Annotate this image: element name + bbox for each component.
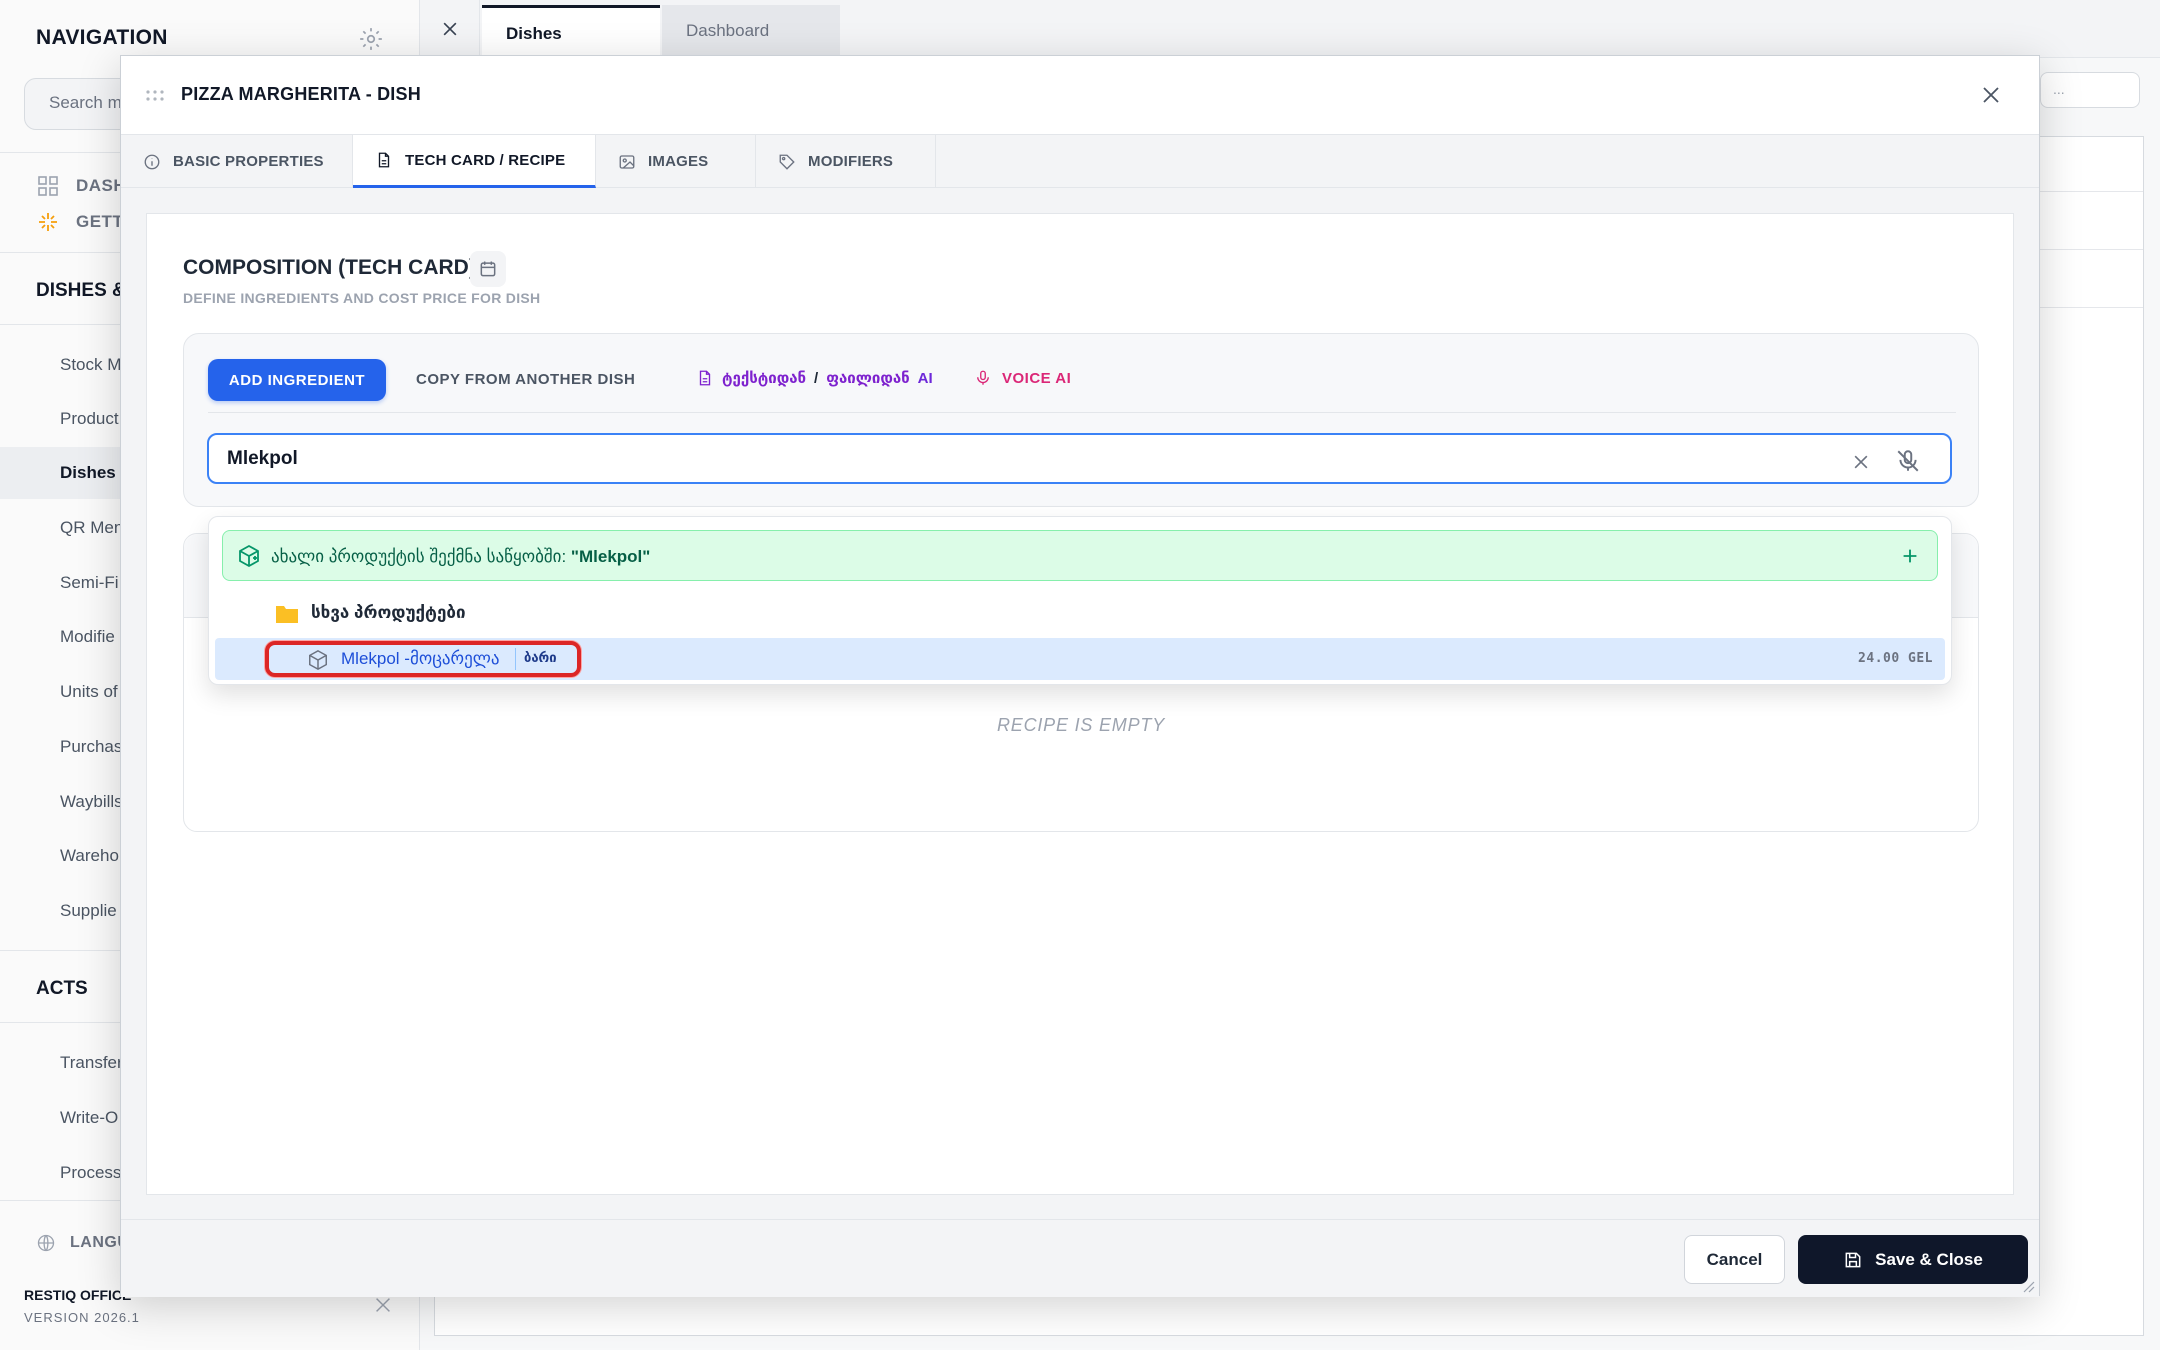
tab-images[interactable]: IMAGES — [596, 135, 756, 188]
ai-label: AI — [917, 369, 933, 387]
resize-handle-icon[interactable] — [2023, 1281, 2035, 1293]
save-icon — [1845, 1252, 1861, 1267]
ai-slash: / — [814, 369, 819, 387]
create-prefix: ახალი პროდუქტის შექმნა საწყობში: — [271, 547, 567, 566]
modal-title: PIZZA MARGHERITA - DISH — [181, 84, 421, 104]
add-ingredient-button[interactable]: ADD INGREDIENT — [208, 359, 386, 401]
ai-text-label: ტექსტიდან — [722, 370, 807, 387]
calendar-button[interactable] — [470, 251, 506, 287]
version-label: VERSION 2026.1 — [24, 1310, 140, 1325]
sidebar-item-semi-finished[interactable]: Semi-Fi — [60, 573, 119, 593]
result-warehouse-badge: ბარი — [515, 648, 565, 670]
composition-subtitle: DEFINE INGREDIENTS AND COST PRICE FOR DI… — [183, 290, 541, 306]
sidebar-item-purchases[interactable]: Purchas — [60, 737, 122, 757]
close-icon[interactable] — [1979, 83, 2003, 107]
sidebar-item-label: DASH — [76, 176, 127, 195]
sidebar-item-write-off[interactable]: Write-O — [60, 1108, 118, 1128]
top-tab-bar: Dishes Dashboard — [420, 0, 2160, 58]
tab-tech-card[interactable]: TECH CARD / RECIPE — [353, 135, 596, 188]
table-search-input[interactable]: ... — [2040, 72, 2140, 108]
composition-title: COMPOSITION (TECH CARD) — [183, 256, 476, 279]
close-icon[interactable] — [372, 1294, 394, 1316]
cube-icon — [309, 649, 327, 671]
search-result-item[interactable]: Mlekpol -მოცარელა ბარი 24.00 GEL — [215, 638, 1945, 680]
create-query: "Mlekpol" — [570, 547, 651, 566]
sidebar-item-suppliers[interactable]: Supplie — [60, 901, 117, 921]
image-icon — [619, 154, 635, 169]
sidebar-item-units[interactable]: Units of — [60, 682, 118, 702]
group-label: სხვა პროდუქტები — [311, 603, 466, 622]
language-selector[interactable]: LANGU — [36, 1233, 129, 1253]
brand-name: RESTIQ OFFICE — [24, 1287, 132, 1303]
result-price: 24.00 GEL — [1858, 651, 1933, 666]
create-product-label: ახალი პროდუქტის შექმნა საწყობში: "Mlekpo… — [271, 547, 650, 567]
product-group-header: სხვა პროდუქტები — [275, 602, 466, 624]
tab-label: BASIC PROPERTIES — [173, 153, 324, 170]
clear-icon[interactable] — [1851, 452, 1871, 472]
gear-icon[interactable] — [358, 26, 384, 52]
sidebar-title: NAVIGATION — [36, 26, 168, 49]
cancel-button[interactable]: Cancel — [1684, 1235, 1785, 1284]
ingredient-search-input[interactable]: Mlekpol — [207, 433, 1952, 484]
ai-file-label: ფაილიდან — [826, 370, 910, 387]
dish-editor-modal: PIZZA MARGHERITA - DISH BASIC PROPERTIES… — [120, 55, 2040, 1297]
modal-footer: Cancel Save & Close — [121, 1219, 2039, 1297]
search-results-dropdown: ახალი პროდუქტის შექმნა საწყობში: "Mlekpo… — [208, 516, 1952, 685]
tab-label: TECH CARD / RECIPE — [405, 151, 566, 169]
create-product-option[interactable]: ახალი პროდუქტის შექმნა საწყობში: "Mlekpo… — [222, 530, 1938, 581]
tag-icon — [779, 154, 795, 170]
folder-icon — [276, 606, 298, 623]
sidebar-item-getting-started[interactable]: GETTI — [36, 208, 129, 236]
grid-icon — [38, 176, 58, 196]
save-close-button[interactable]: Save & Close — [1798, 1235, 2028, 1284]
info-icon — [144, 154, 160, 169]
modal-header: PIZZA MARGHERITA - DISH — [121, 56, 2039, 135]
sidebar-item-transfer[interactable]: Transfer — [60, 1053, 123, 1073]
result-name: Mlekpol -მოცარელა — [341, 649, 500, 668]
tab-label: MODIFIERS — [808, 153, 894, 170]
sidebar-item-warehouses[interactable]: Wareho — [60, 846, 119, 866]
recipe-empty-state: RECIPE IS EMPTY — [996, 715, 1166, 735]
divider — [208, 412, 1956, 413]
box-plus-icon — [239, 544, 259, 568]
document-icon — [378, 152, 390, 168]
sidebar-item-stock[interactable]: Stock M — [60, 355, 121, 375]
voice-ai-button[interactable]: VOICE AI — [974, 368, 1071, 388]
tab-dishes[interactable]: Dishes — [482, 5, 660, 58]
tab-label: IMAGES — [648, 153, 709, 170]
sidebar-item-waybills[interactable]: Waybills — [60, 792, 123, 812]
tech-card-panel: COMPOSITION (TECH CARD) DEFINE INGREDIEN… — [146, 213, 2014, 1195]
document-icon — [699, 370, 711, 386]
tab-basic-properties[interactable]: BASIC PROPERTIES — [121, 135, 353, 188]
copy-from-dish-button[interactable]: COPY FROM ANOTHER DISH — [416, 371, 635, 388]
sparkle-icon — [39, 213, 57, 231]
sidebar-item-qr-menu[interactable]: QR Men — [60, 518, 123, 538]
tab-dashboard[interactable]: Dashboard — [662, 5, 840, 58]
modal-tabs: BASIC PROPERTIES TECH CARD / RECIPE IMAG… — [121, 135, 2039, 188]
sidebar-item-modifiers[interactable]: Modifie — [60, 627, 115, 647]
sidebar-section-dishes: DISHES & — [36, 280, 126, 301]
save-label: Save & Close — [1875, 1249, 1983, 1269]
microphone-icon — [977, 370, 989, 385]
sidebar-section-acts: ACTS — [36, 978, 88, 999]
close-tab-button[interactable] — [420, 0, 480, 58]
calendar-icon — [480, 261, 496, 277]
sidebar-item-products[interactable]: Product — [60, 409, 119, 429]
microphone-off-icon[interactable] — [1895, 448, 1921, 474]
plus-icon — [1903, 549, 1917, 563]
sidebar-item-dashboard[interactable]: DASH — [36, 172, 126, 200]
sidebar-item-processing[interactable]: Processi — [60, 1163, 125, 1183]
ai-from-text-file-button[interactable]: ტექსტიდან / ფაილიდან AI — [696, 368, 933, 388]
voice-ai-label: VOICE AI — [1002, 369, 1072, 387]
globe-icon — [37, 1234, 55, 1252]
modal-body: COMPOSITION (TECH CARD) DEFINE INGREDIEN… — [121, 188, 2039, 1273]
tab-modifiers[interactable]: MODIFIERS — [756, 135, 936, 188]
close-icon — [443, 22, 456, 36]
drag-handle-icon[interactable] — [145, 89, 165, 103]
